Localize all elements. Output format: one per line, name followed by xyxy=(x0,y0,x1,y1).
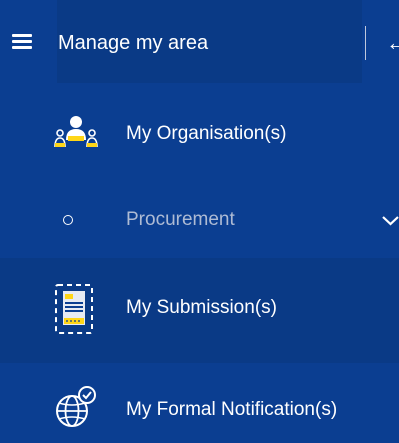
menu-item-label: Procurement xyxy=(126,209,235,230)
arrow-left-icon[interactable]: ← xyxy=(386,30,399,56)
header-divider xyxy=(365,26,366,60)
submission-document-icon xyxy=(55,284,93,334)
radio-circle-icon xyxy=(63,215,73,225)
menu-item-label: My Organisation(s) xyxy=(126,123,287,144)
menu-title[interactable]: Manage my area xyxy=(58,31,208,55)
menu-header: Manage my area ← xyxy=(0,0,399,86)
globe-notification-icon xyxy=(56,386,96,427)
menu-item-label: My Formal Notification(s) xyxy=(126,399,338,420)
organisation-icon xyxy=(54,116,98,148)
menu-item-procurement[interactable]: Procurement xyxy=(0,180,399,258)
menu-item-my-organisations[interactable]: My Organisation(s) xyxy=(0,86,399,180)
chevron-down-icon[interactable] xyxy=(382,213,399,227)
side-menu: Manage my area ← My Organisation(s) Proc… xyxy=(0,0,399,443)
hamburger-menu-icon[interactable] xyxy=(12,34,32,50)
menu-item-my-formal-notifications[interactable]: My Formal Notification(s) xyxy=(0,363,399,443)
menu-item-label: My Submission(s) xyxy=(126,297,277,318)
menu-item-my-submissions[interactable]: My Submission(s) xyxy=(0,258,399,363)
